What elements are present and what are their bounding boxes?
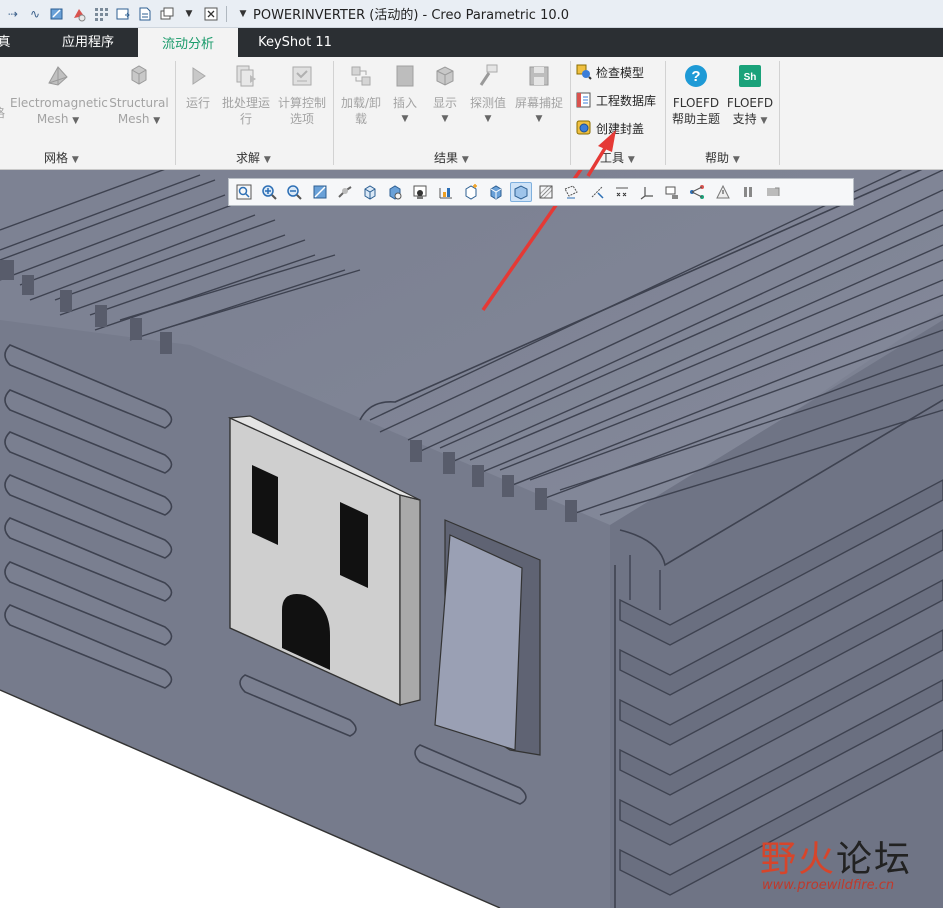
annotation-arrow-head (586, 130, 616, 177)
calculation-control-button: 计算控制 选项 (276, 63, 328, 127)
zoom-out-icon[interactable] (283, 182, 305, 202)
graphics-toolbar (228, 178, 854, 206)
watermark-url: www.proewildfire.cn (762, 878, 895, 893)
load-unload-icon (348, 63, 374, 89)
view-manager-icon[interactable] (485, 182, 507, 202)
refit-icon[interactable] (233, 182, 255, 202)
spin-center-icon[interactable] (334, 182, 356, 202)
run-icon (185, 63, 211, 89)
group-separator (333, 61, 334, 165)
insert-button: 插入 ▼ (388, 63, 422, 127)
power-inverter-model[interactable] (0, 170, 943, 908)
probe-icon (475, 63, 501, 89)
save-capture-icon (526, 63, 552, 89)
check-model-icon (576, 64, 592, 80)
repaint-icon[interactable] (309, 182, 331, 202)
floefd-help-topics-button[interactable]: ? FLOEFD 帮助主题 (670, 63, 722, 127)
window-list-icon[interactable] (158, 5, 176, 23)
group-separator (175, 61, 176, 165)
batch-run-button: 批处理运 行 (220, 63, 272, 127)
display-style-icon[interactable] (510, 182, 533, 202)
tab-simulate[interactable]: 真 (0, 28, 18, 57)
zoom-in-icon[interactable] (258, 182, 280, 202)
title-menu-icon[interactable]: ▼ (237, 5, 249, 23)
named-views-icon[interactable] (359, 182, 381, 202)
ribbon-panel: 格 Electromagnetic Mesh ▼ Structural Mesh… (0, 57, 943, 170)
support-sh-icon: Sh (737, 63, 763, 89)
color-icon[interactable] (70, 5, 88, 23)
group-separator (570, 61, 571, 165)
group-label-results[interactable]: 结果 ▼ (434, 149, 469, 166)
sheet-icon[interactable] (136, 5, 154, 23)
screen-capture-button: 屏幕捕捉 ▼ (512, 63, 566, 127)
datum-axes-icon[interactable] (586, 182, 608, 202)
wave-icon[interactable]: ∿ (26, 5, 44, 23)
capture-icon[interactable] (762, 182, 784, 202)
run-button: 运行 (182, 63, 214, 111)
pause-icon[interactable] (737, 182, 759, 202)
ribbon-tab-bar: 真 应用程序 流动分析 KeyShot 11 (0, 28, 943, 57)
engineering-database-button[interactable]: 工程数据库 (576, 89, 656, 111)
svg-text:Sh: Sh (744, 72, 757, 83)
section-icon[interactable] (409, 182, 431, 202)
engineering-database-icon (576, 92, 591, 108)
tab-applications[interactable]: 应用程序 (40, 28, 136, 57)
group-separator (665, 61, 666, 165)
watermark-title: 野火论坛 (760, 839, 913, 880)
display-button: 显示 ▼ (428, 63, 462, 127)
window-icon[interactable] (114, 5, 132, 23)
annotations-display-icon[interactable] (712, 182, 734, 202)
group-label-mesh[interactable]: 网格 ▼ (44, 149, 79, 166)
window-title: POWERINVERTER (活动的) - Creo Parametric 10… (253, 8, 570, 23)
group-label-solve[interactable]: 求解 ▼ (236, 149, 271, 166)
close-window-icon[interactable] (202, 5, 220, 23)
datum-planes-icon[interactable] (560, 182, 582, 202)
title-bar: ⇢ ∿ ▼ ▼ POWERINVERTER (活动的) - Creo Param… (0, 0, 943, 28)
graphics-viewport[interactable] (0, 170, 943, 908)
saved-orientations-icon[interactable] (384, 182, 406, 202)
batch-run-icon (233, 63, 259, 89)
annotation-icon[interactable] (460, 182, 482, 202)
load-unload-button: 加载/卸 载 (338, 63, 384, 127)
group-label-help[interactable]: 帮助 ▼ (705, 149, 740, 166)
calc-control-icon (289, 63, 315, 89)
check-model-button[interactable]: 检查模型 (576, 61, 644, 83)
svg-text:?: ? (691, 68, 700, 85)
spin-icon[interactable] (686, 182, 708, 202)
tab-keyshot[interactable]: KeyShot 11 (240, 28, 350, 57)
group-separator (779, 61, 780, 165)
creo-window: ⇢ ∿ ▼ ▼ POWERINVERTER (活动的) - Creo Param… (0, 0, 943, 908)
electromagnetic-mesh-button: Electromagnetic Mesh ▼ (10, 63, 108, 129)
help-icon: ? (683, 63, 709, 89)
regenerate-icon[interactable] (48, 5, 66, 23)
probe-button: 探测值 ▼ (466, 63, 510, 127)
mesh-button-partial: 格 (0, 63, 6, 121)
em-mesh-icon (45, 63, 71, 89)
insert-icon (392, 63, 418, 89)
more-dropdown-icon[interactable]: ▼ (180, 5, 198, 23)
perspective-icon[interactable] (435, 182, 457, 202)
csys-icon[interactable] (636, 182, 658, 202)
tab-flow-analysis[interactable]: 流动分析 (138, 28, 238, 57)
shading-icon[interactable] (535, 182, 557, 202)
display-icon (432, 63, 458, 89)
grid-icon[interactable] (92, 5, 110, 23)
watermark: 野火论坛 www.proewildfire.cn (760, 830, 940, 900)
datum-points-icon[interactable] (611, 182, 633, 202)
rotation-center-icon[interactable] (661, 182, 683, 202)
structural-mesh-button: Structural Mesh ▼ (108, 63, 170, 129)
structural-mesh-icon (126, 63, 152, 89)
separator (226, 5, 227, 22)
redo-icon[interactable]: ⇢ (4, 5, 22, 23)
rocker-switch (434, 519, 541, 756)
floefd-support-button[interactable]: Sh FLOEFD 支持 ▼ (724, 63, 776, 129)
